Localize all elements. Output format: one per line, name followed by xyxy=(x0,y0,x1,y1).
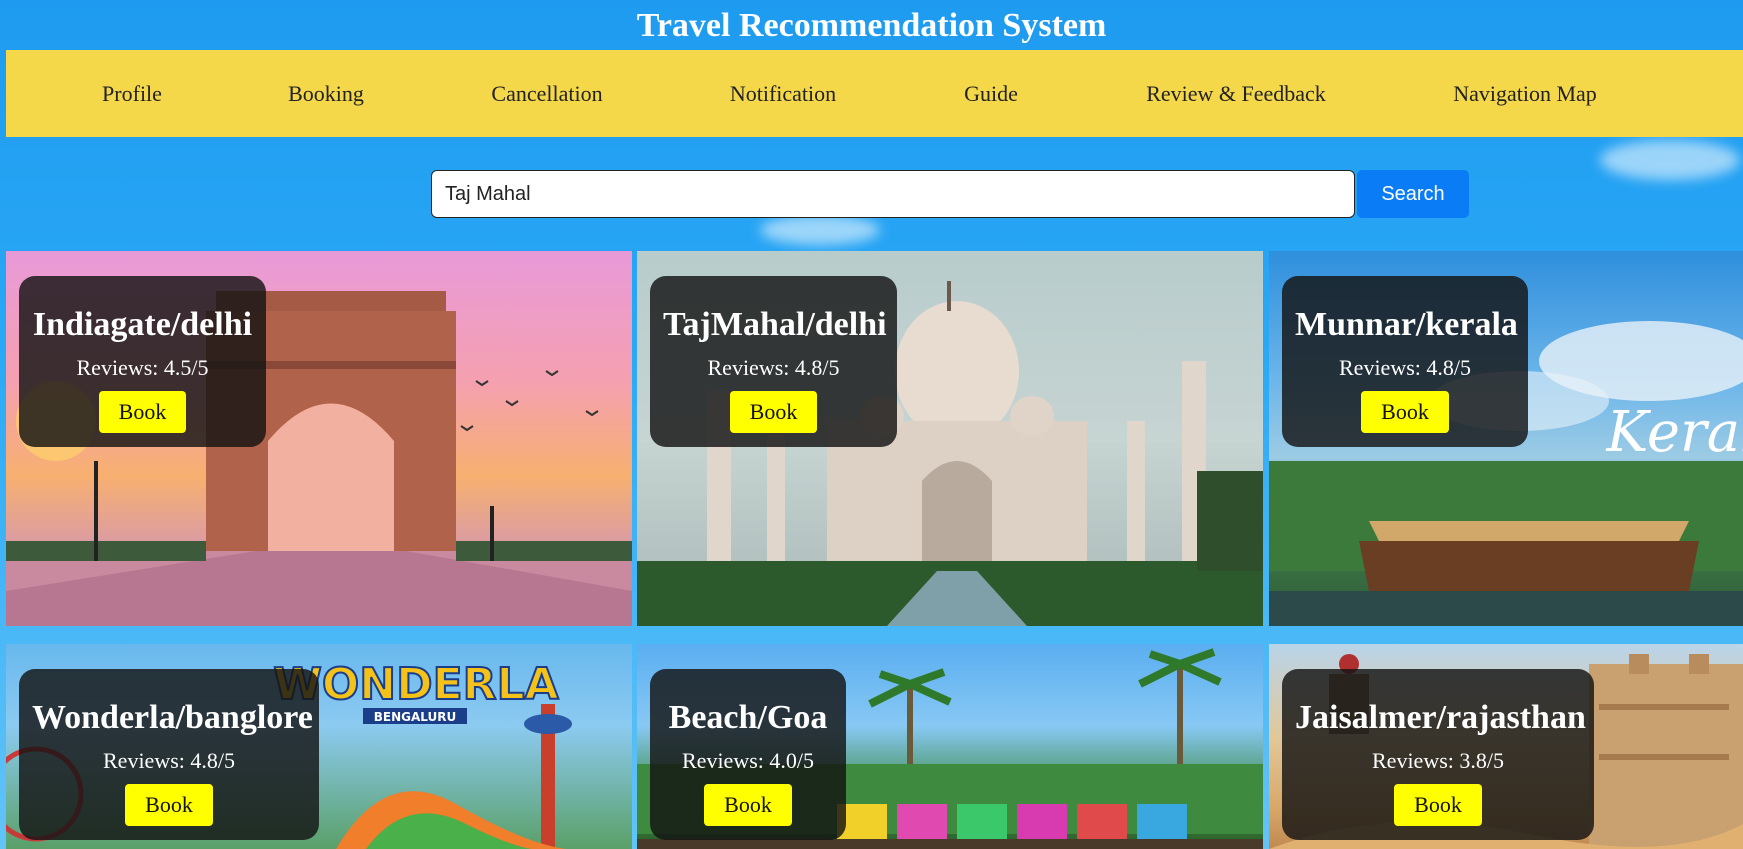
card-title: Beach/Goa xyxy=(668,699,828,736)
card-reviews: Reviews: 3.8/5 xyxy=(1372,748,1504,773)
cloud-decoration xyxy=(1600,140,1740,180)
card-title: Indiagate/delhi xyxy=(32,306,253,343)
nav-item-booking[interactable]: Booking xyxy=(288,50,364,137)
book-button[interactable]: Book xyxy=(1394,784,1482,826)
destination-card-indiagate: Indiagate/delhi Reviews: 4.5/5 Book xyxy=(6,251,632,626)
card-reviews: Reviews: 4.0/5 xyxy=(682,748,814,773)
card-overlay: Wonderla/banglore Reviews: 4.8/5 Book xyxy=(19,669,319,840)
page-title: Travel Recommendation System xyxy=(636,7,1107,44)
nav-item-notification[interactable]: Notification xyxy=(730,50,836,137)
destination-card-goa: Beach/Goa Reviews: 4.0/5 Book xyxy=(637,644,1263,849)
card-overlay: Munnar/kerala Reviews: 4.8/5 Book xyxy=(1282,276,1528,447)
card-reviews: Reviews: 4.8/5 xyxy=(707,355,840,380)
card-reviews: Reviews: 4.8/5 xyxy=(103,748,235,773)
destination-card-tajmahal: TajMahal/delhi Reviews: 4.8/5 Book xyxy=(637,251,1263,626)
wonderla-logo-subtext: BENGALURU xyxy=(374,710,456,724)
destination-card-munnar: Kerala Munnar/kerala Reviews: 4.8/5 Book xyxy=(1269,251,1743,626)
destination-card-jaisalmer: Jaisalmer/rajasthan Reviews: 3.8/5 Book xyxy=(1269,644,1743,849)
book-button[interactable]: Book xyxy=(729,391,818,433)
card-title: Munnar/kerala xyxy=(1295,306,1518,343)
kerala-image-text: Kerala xyxy=(1606,400,1743,465)
search-button[interactable]: Search xyxy=(1357,170,1469,218)
card-title: TajMahal/delhi xyxy=(663,306,887,343)
card-overlay: Indiagate/delhi Reviews: 4.5/5 Book xyxy=(19,276,266,447)
card-reviews: Reviews: 4.5/5 xyxy=(76,355,209,380)
book-button[interactable]: Book xyxy=(98,391,187,433)
nav-item-review-feedback[interactable]: Review & Feedback xyxy=(1146,50,1326,137)
book-button[interactable]: Book xyxy=(125,784,213,826)
main-nav: Profile Booking Cancellation Notificatio… xyxy=(6,50,1743,137)
search-input[interactable] xyxy=(431,170,1355,218)
destination-card-wonderla: WONDERLA BENGALURU Wonderla/banglore Rev… xyxy=(6,644,632,849)
card-overlay: Beach/Goa Reviews: 4.0/5 Book xyxy=(650,669,846,840)
book-button[interactable]: Book xyxy=(1361,391,1449,433)
nav-item-guide[interactable]: Guide xyxy=(964,50,1018,137)
nav-item-profile[interactable]: Profile xyxy=(102,50,162,137)
card-overlay: TajMahal/delhi Reviews: 4.8/5 Book xyxy=(650,276,897,447)
book-button[interactable]: Book xyxy=(704,784,792,826)
nav-item-cancellation[interactable]: Cancellation xyxy=(491,50,602,137)
nav-item-navigation-map[interactable]: Navigation Map xyxy=(1453,50,1597,137)
card-overlay: Jaisalmer/rajasthan Reviews: 3.8/5 Book xyxy=(1282,669,1594,840)
card-title: Wonderla/banglore xyxy=(32,699,313,736)
cloud-decoration xyxy=(760,215,880,245)
card-title: Jaisalmer/rajasthan xyxy=(1295,699,1586,736)
card-reviews: Reviews: 4.8/5 xyxy=(1339,355,1471,380)
